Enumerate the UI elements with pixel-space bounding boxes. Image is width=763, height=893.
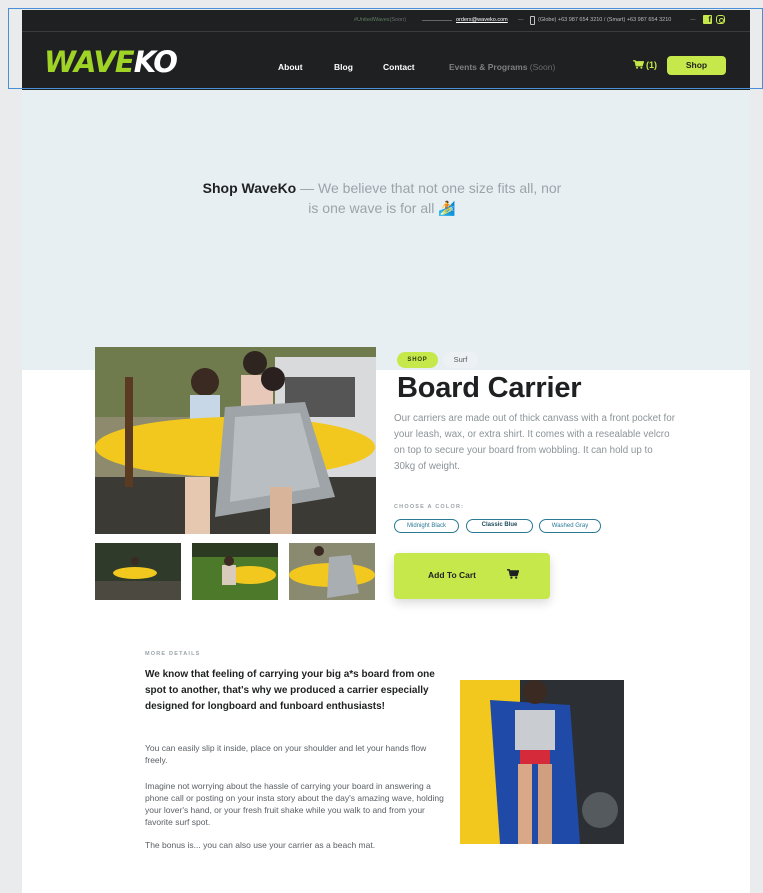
nav-blog[interactable]: Blog (334, 62, 353, 72)
details-paragraph: Imagine not worrying about the hassle of… (145, 781, 444, 827)
category-tag-surf[interactable]: Surf (443, 352, 478, 368)
hashtag-link[interactable]: #UnitedWaves(Soon) (354, 17, 406, 23)
more-details-label: MORE DETAILS (145, 651, 201, 657)
cart-count: (1) (646, 60, 657, 70)
nav-contact[interactable]: Contact (383, 62, 415, 72)
phone-numbers: (Globe) +63 987 654 3210 / (Smart) +63 9… (538, 17, 672, 23)
color-option-classic-blue[interactable]: Classic Blue (466, 519, 533, 533)
nav-about[interactable]: About (278, 62, 303, 72)
hero-tagline-text: — We believe that not one size fits all,… (296, 180, 562, 216)
details-photo (460, 680, 624, 844)
waveko-logo[interactable]: WAVEKO (44, 45, 178, 79)
separator-dash: — (518, 17, 524, 23)
nav-events[interactable]: Events & Programs (Soon) (449, 62, 555, 72)
product-description: Our carriers are made out of thick canva… (394, 413, 675, 472)
details-image (460, 680, 624, 844)
cart-icon (507, 569, 519, 579)
details-paragraph: You can easily slip it inside, place on … (145, 743, 427, 765)
shop-button[interactable]: Shop (667, 56, 726, 75)
product-main-image[interactable] (95, 347, 376, 534)
details-lead: We know that feeling of carrying your bi… (145, 669, 435, 712)
top-bar: #UnitedWaves(Soon) orders@waveko.com — (… (22, 10, 750, 32)
main-nav: WAVEKO About Blog Contact Events & Progr… (22, 32, 750, 90)
color-option-washed-gray[interactable]: Washed Gray (539, 519, 601, 533)
product-thumbnail[interactable] (95, 543, 181, 600)
logo-ko: KO (133, 45, 178, 79)
add-to-cart-label: Add To Cart (428, 570, 477, 580)
instagram-icon[interactable] (716, 15, 725, 24)
facebook-icon[interactable]: f (703, 15, 712, 24)
thumbnail-photo (192, 543, 278, 600)
page: #UnitedWaves(Soon) orders@waveko.com — (… (22, 10, 750, 893)
logo-wave: WAVE (44, 45, 135, 79)
color-option-midnight-black[interactable]: Midnight Black (394, 519, 459, 533)
thumbnail-photo (289, 543, 375, 600)
color-label: CHOOSE A COLOR: (394, 504, 465, 510)
product-thumbnail[interactable] (192, 543, 278, 600)
cart-button[interactable]: (1) (633, 60, 657, 70)
hashtag-soon: (Soon) (389, 17, 407, 23)
divider-line (422, 20, 452, 21)
hashtag-text: #UnitedWaves (354, 17, 390, 23)
nav-events-soon: (Soon) (529, 62, 556, 72)
hero-tagline: Shop WaveKo — We believe that not one si… (202, 178, 562, 218)
category-tag-shop[interactable]: SHOP (397, 352, 438, 368)
add-to-cart-button[interactable]: Add To Cart (394, 553, 550, 599)
phone-icon (530, 16, 535, 25)
product-thumbnail[interactable] (289, 543, 375, 600)
details-paragraph: The bonus is... you can also use your ca… (145, 840, 376, 850)
hero-brand: Shop WaveKo (202, 180, 297, 196)
thumbnail-photo (95, 543, 181, 600)
cart-icon (633, 60, 644, 69)
nav-events-label: Events & Programs (449, 62, 528, 72)
product-title: Board Carrier (397, 372, 582, 404)
email-link[interactable]: orders@waveko.com (456, 17, 508, 23)
separator-dash: — (690, 17, 696, 23)
product-main-photo (95, 347, 376, 534)
